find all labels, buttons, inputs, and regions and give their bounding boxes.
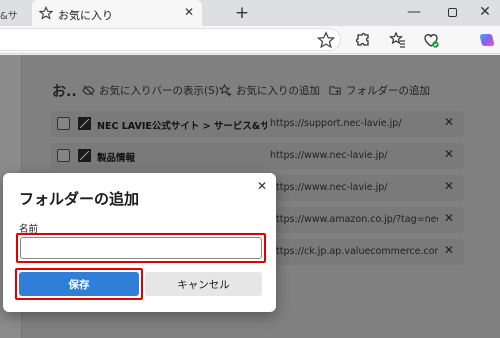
minimize-button[interactable]: — — [403, 2, 425, 22]
site-favicon — [78, 149, 91, 162]
site-favicon — [78, 117, 91, 130]
folder-add-icon — [329, 85, 341, 95]
hide-favorites-bar-label: お気に入りバーの表示(S) — [99, 84, 219, 97]
input-highlight-box — [16, 233, 266, 263]
item-url: https://www.amazon.co.jp/?tag=nec-edge..… — [270, 214, 438, 225]
delete-icon[interactable]: ✕ — [444, 243, 454, 257]
new-tab-button[interactable]: + — [232, 3, 252, 23]
tab-label: お気に入り — [58, 9, 113, 22]
maximize-icon — [447, 8, 457, 17]
cancel-button[interactable]: キャンセル — [145, 272, 262, 296]
favorites-icon[interactable] — [389, 31, 407, 49]
add-folder-dialog: フォルダーの追加 ✕ 名前 保存 キャンセル — [3, 173, 276, 312]
star-icon — [39, 6, 53, 20]
dialog-title: フォルダーの追加 — [19, 190, 140, 208]
tab-strip: &サ お気に入り ✕ + — ✕ — [0, 0, 500, 26]
window-close-button[interactable]: ✕ — [474, 2, 496, 22]
item-url: https://ck.jp.ap.valuecommerce.com/servl… — [270, 246, 438, 257]
save-highlight-box — [15, 268, 143, 300]
tab-previous[interactable]: &サ — [0, 0, 32, 26]
page-title: お.. — [52, 84, 77, 100]
star-add-icon — [219, 83, 232, 97]
close-icon[interactable]: ✕ — [182, 5, 196, 19]
close-icon[interactable]: ✕ — [257, 179, 267, 193]
add-favorite-button[interactable]: お気に入りの追加 — [219, 81, 320, 99]
item-name: 製品情報 — [97, 153, 136, 164]
copilot-icon[interactable] — [478, 31, 496, 49]
item-url: https://www.nec-lavie.jp/ — [270, 150, 388, 161]
delete-icon[interactable]: ✕ — [444, 211, 454, 225]
hide-favorites-bar-button[interactable]: お気に入りバーの表示(S) — [82, 81, 219, 99]
list-item[interactable]: 製品情報 https://www.nec-lavie.jp/ ✕ — [51, 143, 464, 169]
eye-off-icon — [82, 84, 95, 96]
browser-essentials-icon[interactable] — [422, 31, 440, 49]
add-folder-label: フォルダーの追加 — [346, 84, 430, 97]
delete-icon[interactable]: ✕ — [444, 147, 454, 161]
add-favorite-label: お気に入りの追加 — [236, 84, 320, 97]
add-folder-button[interactable]: フォルダーの追加 — [329, 81, 430, 99]
tab-favorites[interactable]: お気に入り ✕ — [32, 0, 202, 26]
delete-icon[interactable]: ✕ — [444, 179, 454, 193]
item-checkbox[interactable] — [57, 117, 70, 130]
address-bar[interactable] — [0, 28, 341, 51]
extensions-icon[interactable] — [354, 31, 372, 49]
list-item[interactable]: NEC LAVIE公式サイト > サービス&サポー... https://sup… — [51, 111, 464, 137]
item-url: https://support.nec-lavie.jp/ — [270, 118, 402, 129]
item-url: https://www.nec-lavie.jp/ — [270, 182, 388, 193]
delete-icon[interactable]: ✕ — [444, 115, 454, 129]
browser-toolbar — [0, 26, 500, 54]
item-name: NEC LAVIE公式サイト > サービス&サポー... — [97, 121, 267, 132]
add-favorite-star-icon[interactable] — [317, 31, 335, 49]
maximize-button[interactable] — [441, 2, 463, 22]
item-checkbox[interactable] — [57, 149, 70, 162]
